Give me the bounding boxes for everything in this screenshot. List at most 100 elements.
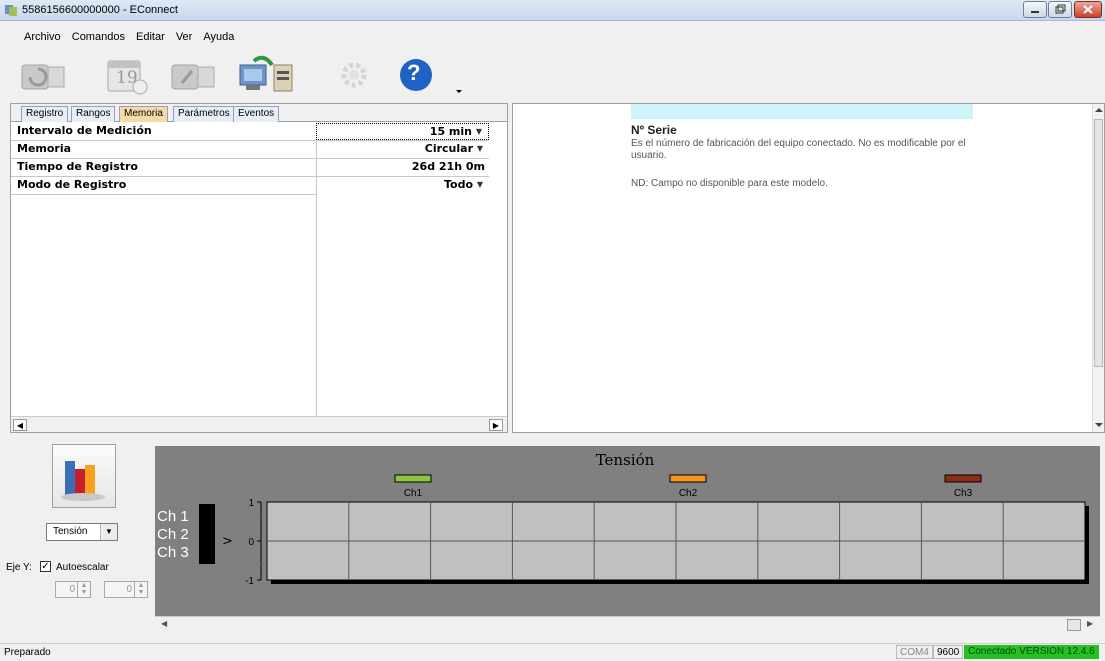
menu-archivo[interactable]: Archivo [20, 29, 65, 45]
status-bar: Preparado COM4 9600 Conectado VERSION 12… [0, 643, 1105, 661]
help-button[interactable]: ? [394, 53, 442, 97]
property-value-text: 26d 21h 0m [411, 160, 485, 173]
minimize-button[interactable] [1023, 1, 1047, 18]
menu-ver[interactable]: Ver [172, 29, 197, 45]
scroll-right-icon[interactable]: ▶ [1087, 619, 1093, 628]
title-bar: 5586156600000000 - EConnect [0, 0, 1105, 21]
tab-rangos[interactable]: Rangos [71, 106, 116, 122]
channel-labels: Ch 1Ch 2Ch 3 [157, 508, 189, 561]
scroll-thumb[interactable] [1067, 619, 1081, 631]
property-label: Memoria [17, 142, 72, 155]
tab-memoria[interactable]: Memoria [119, 106, 168, 122]
toolbar-overflow-icon[interactable] [455, 89, 463, 95]
help-text: Es el número de fabricación del equipo c… [631, 138, 966, 161]
minimize-icon [1031, 11, 1039, 13]
close-icon [1083, 5, 1093, 14]
autoscale-label: Autoescalar [56, 562, 109, 573]
restore-icon [1055, 4, 1066, 14]
settings-button[interactable] [330, 53, 378, 97]
property-value[interactable]: Circular ▼ [316, 141, 489, 158]
calendar-button[interactable]: 19 [102, 53, 150, 97]
status-text: Preparado [4, 647, 51, 658]
toolbar: 19 ? [0, 51, 1105, 101]
status-connection: Conectado VERSION 12.4.6 [964, 645, 1099, 659]
y-tick-label: 1 [248, 498, 254, 509]
scroll-thumb[interactable] [1094, 119, 1103, 367]
menu-ayuda[interactable]: Ayuda [199, 29, 238, 45]
y-min-value: 0 [69, 584, 75, 595]
arrow-indicator: > [222, 534, 233, 549]
property-value-text: Circular [424, 142, 473, 155]
horizontal-scrollbar[interactable]: ◀ ▶ [11, 416, 507, 432]
y-max-value: 0 [126, 584, 132, 595]
autoscale-checkbox[interactable]: ✓ [40, 561, 51, 572]
property-value-text: Todo [443, 178, 473, 191]
legend-swatch [944, 474, 982, 483]
menu-bar: Archivo Comandos Editar Ver Ayuda [0, 29, 1105, 49]
read-device-icon [21, 64, 65, 90]
chart-horizontal-scrollbar[interactable]: ◀ ▶ [155, 616, 1100, 633]
y-max-spinner[interactable]: 0 ▲ ▼ [104, 581, 148, 598]
help-glyph: ? [407, 60, 421, 85]
properties-panel: Registro Rangos Memoria Parámetros Event… [10, 103, 508, 433]
y-min-spinner[interactable]: 0 ▲ ▼ [55, 581, 91, 598]
app-icon [5, 5, 17, 16]
property-label: Tiempo de Registro [17, 160, 138, 173]
write-device-icon [171, 64, 215, 90]
chart-canvas: Tensión Ch1 Ch2 Ch3 Ch 1Ch 2Ch 3 > 1 0 -1 [157, 451, 1089, 587]
spinner-arrows-icon[interactable]: ▲ ▼ [134, 582, 147, 597]
tension-chart: Tensión Ch1 Ch2 Ch3 Ch 1 Ch 2 Ch 3 > 1 0 -1 [155, 446, 1100, 616]
property-value: 26d 21h 0m [316, 159, 489, 176]
property-row[interactable]: Intervalo de Medición 15 min ▼ [11, 123, 489, 141]
scroll-left-icon[interactable]: ◀ [161, 619, 167, 628]
chevron-down-icon[interactable]: ▼ [100, 524, 117, 540]
chart-title: Tensión [596, 451, 655, 469]
scroll-right-icon[interactable]: ▶ [489, 419, 503, 431]
write-device-button[interactable] [170, 53, 218, 97]
status-baud: 9600 [933, 645, 964, 659]
chart-type-button[interactable] [52, 444, 116, 508]
spinner-arrows-icon[interactable]: ▲ ▼ [77, 582, 90, 597]
menu-comandos[interactable]: Comandos [68, 29, 129, 45]
channel-label: Ch 3 [157, 544, 189, 561]
magnitude-select[interactable]: Tensión ▼ [46, 523, 118, 541]
legend-swatch [669, 474, 707, 483]
channel-indicator [199, 504, 215, 564]
chart-legend: Ch1 Ch2 Ch3 [394, 474, 982, 499]
chevron-down-icon[interactable]: ▼ [475, 180, 485, 190]
property-row: Tiempo de Registro 26d 21h 0m [11, 159, 489, 177]
legend-label: Ch1 [404, 488, 423, 499]
scroll-down-icon[interactable] [1095, 422, 1103, 428]
download-button[interactable] [236, 53, 293, 97]
status-port: COM4 [896, 645, 933, 659]
tab-eventos[interactable]: Eventos [233, 106, 280, 122]
vertical-scrollbar[interactable] [1092, 104, 1104, 432]
calendar-day: 19 [116, 68, 138, 88]
menu-editar[interactable]: Editar [132, 29, 169, 45]
eje-y-label: Eje Y: [6, 562, 32, 573]
maximize-button[interactable] [1048, 1, 1072, 18]
read-device-button[interactable] [20, 53, 68, 97]
property-label: Intervalo de Medición [17, 124, 152, 137]
property-value[interactable]: Todo ▼ [316, 177, 489, 194]
help-heading: Nº Serie [631, 123, 677, 137]
channel-label: Ch 1 [157, 508, 189, 525]
tab-strip: Registro Rangos Memoria Parámetros Event… [11, 104, 507, 122]
y-tick-label: 0 [248, 537, 254, 548]
scroll-left-icon[interactable]: ◀ [13, 419, 27, 431]
plot-area [266, 501, 1089, 584]
bar-chart-icon [61, 461, 105, 501]
tab-registro[interactable]: Registro [21, 106, 69, 122]
close-button[interactable] [1074, 1, 1102, 18]
property-label: Modo de Registro [17, 178, 127, 191]
scroll-up-icon[interactable] [1095, 107, 1103, 113]
chevron-down-icon[interactable]: ▼ [475, 144, 485, 154]
property-row[interactable]: Modo de Registro Todo ▼ [11, 177, 489, 195]
chevron-down-icon[interactable]: ▼ [474, 127, 484, 137]
tab-parametros[interactable]: Parámetros [173, 106, 235, 122]
property-row[interactable]: Memoria Circular ▼ [11, 141, 489, 159]
property-value[interactable]: 15 min ▼ [316, 123, 489, 140]
y-tick-label: -1 [245, 576, 254, 587]
property-value-column [316, 194, 489, 416]
help-note: ND: Campo no disponible para este modelo… [631, 178, 828, 189]
